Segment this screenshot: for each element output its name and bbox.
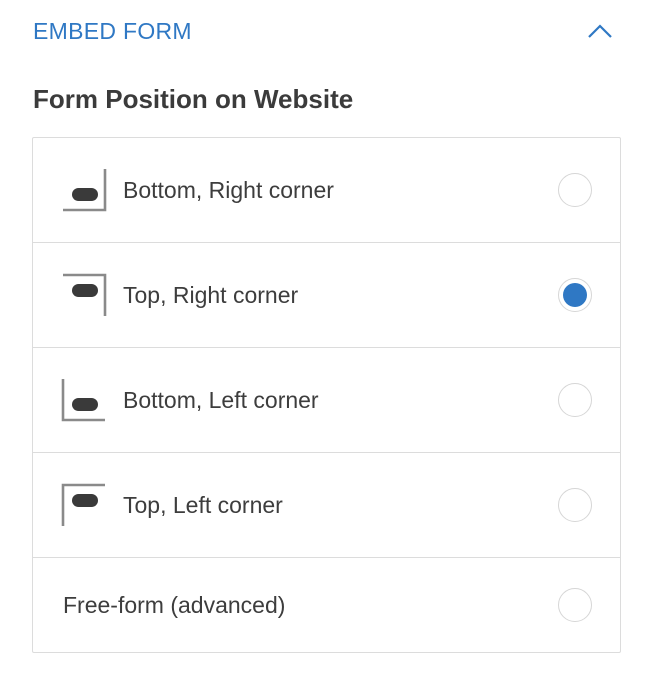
section-title: Form Position on Website [33, 84, 354, 114]
option-bottom-left[interactable]: Bottom, Left corner [33, 348, 620, 453]
bottom-right-corner-icon [61, 167, 107, 213]
radio-top-right[interactable] [558, 278, 592, 312]
option-label: Bottom, Left corner [123, 386, 319, 413]
embed-form-title: EMBED FORM [33, 17, 192, 44]
option-label: Free-form (advanced) [63, 591, 286, 618]
radio-bottom-right[interactable] [558, 173, 592, 207]
option-label: Top, Right corner [123, 281, 299, 308]
embed-form-header[interactable]: EMBED FORM [33, 0, 621, 62]
radio-selected-dot [563, 283, 587, 307]
position-options-list: Bottom, Right corner Top, Right corner B… [32, 137, 621, 653]
radio-bottom-left[interactable] [558, 383, 592, 417]
chevron-up-icon[interactable] [585, 16, 615, 46]
option-top-right[interactable]: Top, Right corner [33, 243, 620, 348]
option-label: Bottom, Right corner [123, 176, 334, 203]
option-free-form[interactable]: Free-form (advanced) [33, 558, 620, 652]
option-top-left[interactable]: Top, Left corner [33, 453, 620, 558]
option-bottom-right[interactable]: Bottom, Right corner [33, 138, 620, 243]
top-left-corner-icon [61, 482, 107, 528]
option-label: Top, Left corner [123, 491, 283, 518]
top-right-corner-icon [61, 272, 107, 318]
bottom-left-corner-icon [61, 377, 107, 423]
radio-free-form[interactable] [558, 588, 592, 622]
radio-top-left[interactable] [558, 488, 592, 522]
